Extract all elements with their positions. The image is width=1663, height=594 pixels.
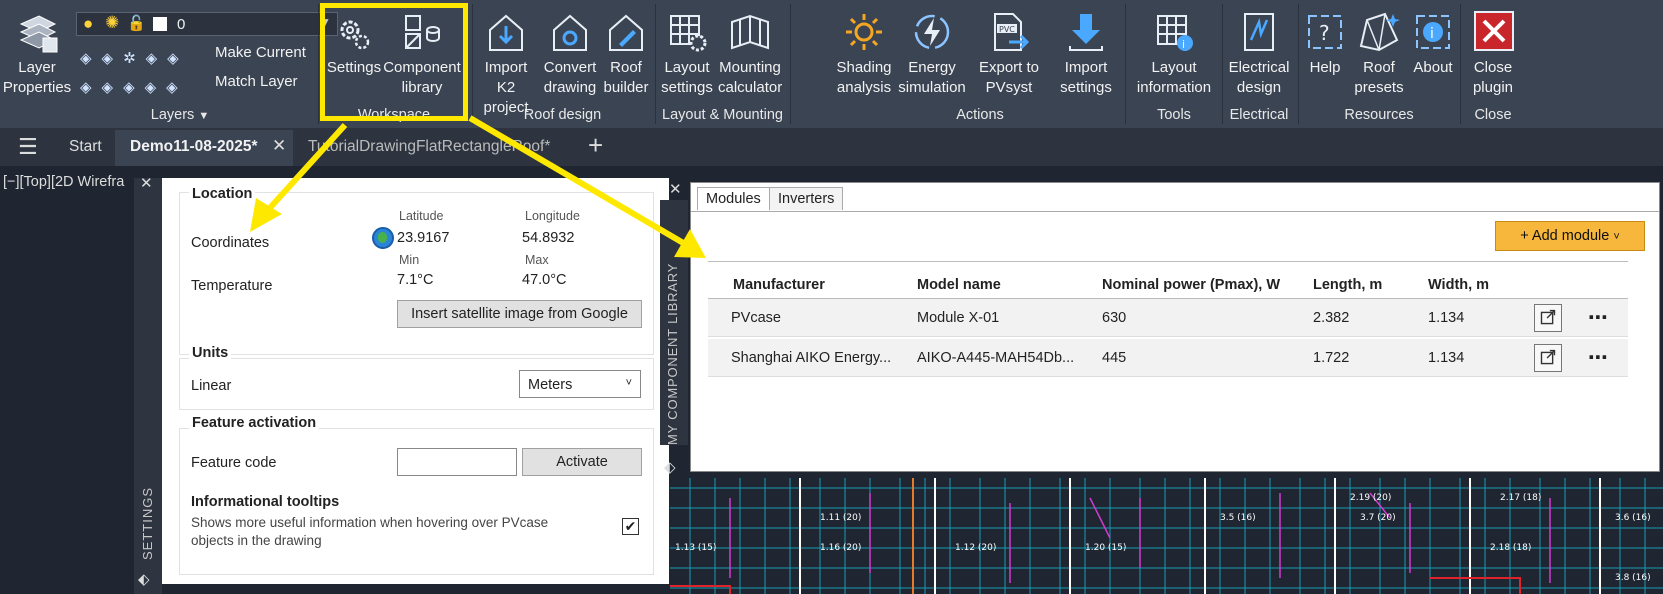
arrow-to-library bbox=[468, 115, 687, 247]
annotation-arrows bbox=[250, 115, 706, 258]
arrow-to-settings bbox=[265, 122, 348, 213]
